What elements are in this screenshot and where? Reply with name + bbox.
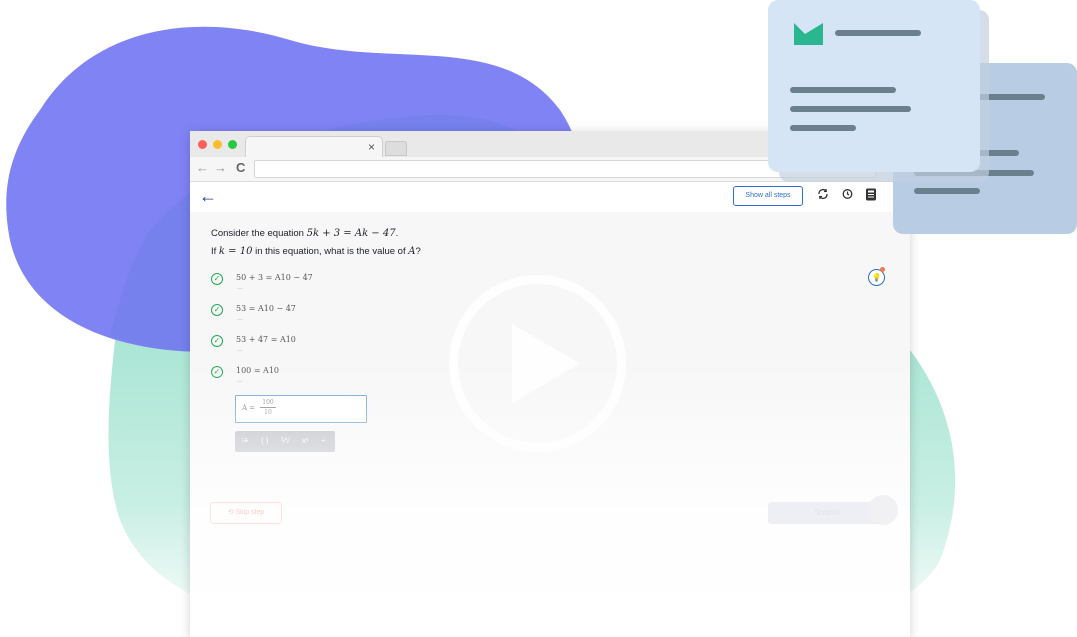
- video-play-icon[interactable]: [446, 272, 629, 455]
- refresh-icon[interactable]: [816, 188, 830, 202]
- check-circle-icon: ✓: [211, 304, 223, 316]
- chat-fab-button[interactable]: [868, 495, 898, 525]
- solution-step: ✓ 53 = A10 − 47 ...: [211, 304, 411, 334]
- card-line: [914, 188, 980, 194]
- divide-icon[interactable]: ÷: [321, 435, 325, 447]
- browser-forward-icon[interactable]: →: [214, 160, 227, 176]
- exercise-content: Consider the equation 5k + 3 = Ak − 47. …: [190, 212, 910, 637]
- answer-input[interactable]: A = 100 10: [235, 395, 367, 423]
- keypad-basic-icon[interactable]: ⁝≡: [241, 435, 248, 447]
- browser-window: × ← → C ← Show all steps Consider the eq…: [190, 131, 910, 637]
- step-more-dots[interactable]: ...: [237, 315, 243, 322]
- solution-step: ✓ 53 + 47 = A10 ...: [211, 335, 411, 365]
- card-line: [790, 125, 856, 131]
- check-circle-icon: ✓: [211, 273, 223, 285]
- card-line: [790, 87, 896, 93]
- app-header: ← Show all steps: [190, 182, 910, 212]
- history-icon[interactable]: [840, 188, 854, 202]
- parentheses-icon[interactable]: ( ): [261, 435, 269, 447]
- solution-step: ✓ 100 = A10 ...: [211, 366, 411, 396]
- card-line: [790, 106, 911, 112]
- browser-reload-icon[interactable]: C: [236, 160, 245, 176]
- solution-step: ✓ 50 + 3 = A10 − 47 ...: [211, 273, 411, 303]
- question-line-2: If k = 10 in this equation, what is the …: [211, 246, 421, 257]
- new-tab-button[interactable]: [385, 141, 407, 156]
- show-all-steps-button[interactable]: Show all steps: [733, 186, 803, 206]
- check-circle-icon: ✓: [211, 366, 223, 378]
- exponent-icon[interactable]: xʸ: [302, 435, 309, 447]
- step-more-dots[interactable]: ...: [237, 377, 243, 384]
- brand-logo-icon: [794, 23, 823, 45]
- calculator-icon[interactable]: [864, 188, 878, 202]
- step-more-dots[interactable]: ...: [237, 284, 243, 291]
- step-math: 100 = A10: [236, 366, 280, 375]
- maximize-window-dot[interactable]: [228, 140, 237, 149]
- browser-tab[interactable]: ×: [245, 136, 383, 158]
- math-keypad-toolbar: ⁝≡ ( ) ⅟√ xʸ ÷: [235, 431, 335, 452]
- skip-step-button[interactable]: ⟲ Skip step: [210, 502, 282, 524]
- question-line-1: Consider the equation 5k + 3 = Ak − 47.: [211, 228, 399, 239]
- tab-close-icon[interactable]: ×: [368, 140, 375, 154]
- step-math: 53 = A10 − 47: [236, 304, 296, 313]
- step-more-dots[interactable]: ...: [237, 346, 243, 353]
- check-circle-icon: ✓: [211, 335, 223, 347]
- step-math: 53 + 47 = A10: [236, 335, 296, 344]
- back-arrow-icon[interactable]: ←: [199, 186, 217, 206]
- browser-back-icon[interactable]: ←: [196, 160, 209, 176]
- close-window-dot[interactable]: [198, 140, 207, 149]
- answer-fraction: 100 10: [260, 399, 276, 416]
- minimize-window-dot[interactable]: [213, 140, 222, 149]
- fraction-root-icon[interactable]: ⅟√: [281, 435, 290, 447]
- step-math: 50 + 3 = A10 − 47: [236, 273, 313, 282]
- equation-math: 5k + 3 = Ak − 47: [306, 228, 396, 239]
- answer-variable: A =: [242, 404, 256, 412]
- card-line: [835, 30, 921, 36]
- hint-notification-dot: [880, 267, 885, 272]
